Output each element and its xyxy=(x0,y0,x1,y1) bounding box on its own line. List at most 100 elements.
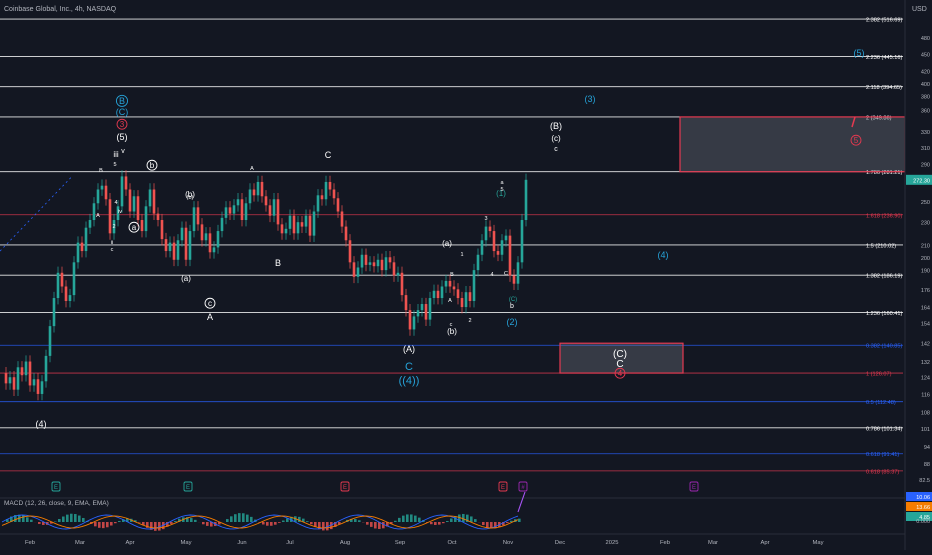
candle-body xyxy=(225,207,228,218)
macd-histogram-bar xyxy=(450,518,453,522)
candle-body xyxy=(413,316,416,329)
wave-label: (C) xyxy=(509,297,517,303)
candle-body xyxy=(105,186,108,200)
candle-body xyxy=(425,304,428,320)
candle-body xyxy=(353,262,356,276)
candle-body xyxy=(509,236,512,276)
candle-body xyxy=(193,207,196,231)
candle-body xyxy=(257,182,260,195)
macd-histogram-bar xyxy=(242,513,245,522)
time-tick-label: Mar xyxy=(708,540,718,546)
time-tick-label: Dec xyxy=(555,540,565,546)
wave-label: 3 xyxy=(120,120,125,129)
macd-histogram-bar xyxy=(506,522,509,523)
sub-wave-label: B xyxy=(450,272,454,278)
candle-body xyxy=(53,298,56,326)
candle-body xyxy=(361,255,364,268)
macd-histogram-bar xyxy=(78,516,81,522)
candle-body xyxy=(481,240,484,254)
macd-histogram-bar xyxy=(262,522,265,524)
price-axis: 4804504204003803603303102902702502302102… xyxy=(905,0,932,550)
sub-wave-label: A xyxy=(250,166,254,172)
wave-label: (3) xyxy=(585,94,596,104)
macd-histogram-bar xyxy=(274,522,277,525)
candle-body xyxy=(73,262,76,295)
macd-histogram-bar xyxy=(322,522,325,530)
candle-body xyxy=(213,247,216,252)
macd-value-label: 10.06 xyxy=(916,495,930,501)
candle-body xyxy=(421,304,424,310)
wave-label: (5) xyxy=(854,48,865,58)
price-tick-label: 164 xyxy=(921,306,930,312)
candle-body xyxy=(309,216,312,236)
candle-body xyxy=(89,220,92,228)
macd-histogram-bar xyxy=(266,522,269,526)
wave-label: 4 xyxy=(618,369,623,378)
candle-body xyxy=(381,260,384,270)
macd-histogram-bar xyxy=(382,522,385,528)
candle-body xyxy=(429,298,432,320)
candle-body xyxy=(109,199,112,233)
candle-body xyxy=(397,273,400,276)
candle-body xyxy=(41,381,44,394)
candle-body xyxy=(393,262,396,275)
candle-body xyxy=(293,216,296,234)
macd-histogram-bar xyxy=(58,519,61,522)
fib-label: 0.618 (85.37) xyxy=(866,469,899,475)
candle-body xyxy=(245,203,248,220)
price-tick-label: 124 xyxy=(921,376,930,382)
candle-body xyxy=(217,231,220,247)
candle-body xyxy=(333,189,336,198)
macd-histogram-bar xyxy=(38,522,41,524)
last-price-label: 272.30 xyxy=(913,178,930,184)
fib-label: 1 (126.07) xyxy=(866,372,892,378)
candle-body xyxy=(45,356,48,381)
candle-body xyxy=(377,260,380,266)
candle-body xyxy=(285,229,288,234)
candle-body xyxy=(521,220,524,262)
price-tick-label: 400 xyxy=(921,82,930,88)
candle-body xyxy=(277,199,280,224)
time-tick-label: 2025 xyxy=(606,540,619,546)
candle-body xyxy=(69,295,72,301)
macd-histogram-bar xyxy=(270,522,273,526)
candle-body xyxy=(485,227,488,241)
candle-body xyxy=(161,220,164,239)
macd-histogram-bar xyxy=(310,522,313,524)
time-tick-label: Apr xyxy=(125,540,134,546)
macd-histogram-bar xyxy=(74,514,77,522)
candle-body xyxy=(365,255,368,265)
fib-label: 0.786 (101.34) xyxy=(866,426,903,432)
macd-histogram-bar xyxy=(366,522,369,525)
macd-histogram-bar xyxy=(170,522,173,524)
macd-histogram-bar xyxy=(230,516,233,522)
candle-body xyxy=(173,243,176,260)
price-chart[interactable]: 2.382 (516.69)2.236 (445.16)2.118 (394.6… xyxy=(0,0,932,550)
candle-body xyxy=(329,182,332,190)
candle-body xyxy=(149,189,152,206)
candle-body xyxy=(473,270,476,301)
wave-label: (b) xyxy=(447,327,457,336)
candle-body xyxy=(185,228,188,260)
macd-histogram-bar xyxy=(234,514,237,522)
macd-histogram-bar xyxy=(306,521,309,522)
candle-body xyxy=(497,251,500,255)
candle-body xyxy=(13,377,16,389)
wave-label: 5 xyxy=(854,136,859,145)
price-tick-label: 190 xyxy=(921,269,930,275)
price-tick-label: 290 xyxy=(921,163,930,169)
macd-histogram-bar xyxy=(370,522,373,527)
event-marker-label: E xyxy=(692,485,696,491)
time-tick-label: Jun xyxy=(237,540,246,546)
macd-histogram-bar xyxy=(418,518,421,522)
wave-label: (4) xyxy=(36,419,47,429)
candle-body xyxy=(349,240,352,262)
candle-body xyxy=(325,182,328,199)
wave-label: (2) xyxy=(507,317,518,327)
candle-body xyxy=(209,233,212,252)
candle-body xyxy=(85,228,88,251)
time-tick-label: Nov xyxy=(503,540,513,546)
candle-body xyxy=(77,243,80,263)
candle-body xyxy=(389,257,392,262)
event-marker-label: E xyxy=(54,485,58,491)
